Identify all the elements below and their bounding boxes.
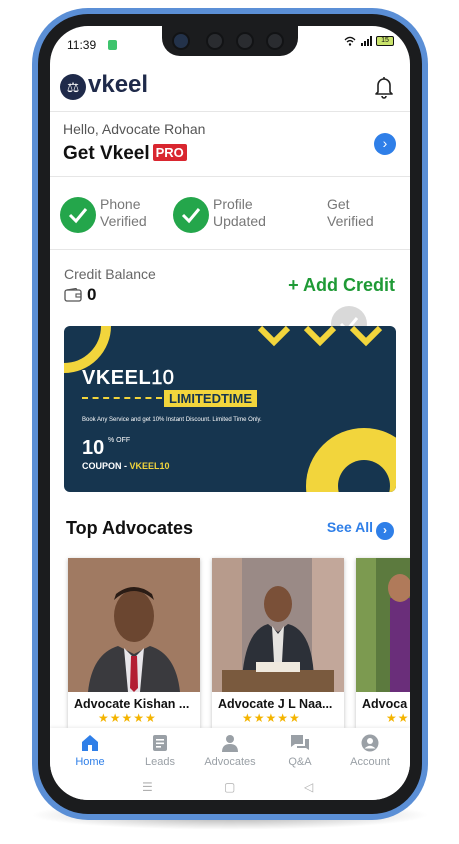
advocate-card[interactable]: Advocate J L Naa... ★★★★★ bbox=[212, 558, 344, 728]
coupon-code: VKEEL10 bbox=[129, 461, 170, 471]
advocate-name: Advocate J L Naa... bbox=[218, 697, 333, 711]
star-rating: ★★ bbox=[386, 711, 410, 725]
wallet-icon bbox=[64, 288, 82, 302]
app-header: ⚖ vkeel bbox=[50, 66, 410, 112]
nav-label: Leads bbox=[145, 756, 175, 768]
step-line1: Phone bbox=[100, 196, 141, 212]
step-profile-updated[interactable]: Profile Updated bbox=[173, 195, 283, 235]
banner-brand-text: VKEEL bbox=[82, 367, 152, 389]
coupon-line: COUPON - VKEEL10 bbox=[82, 461, 170, 471]
get-pro-label: Get Vkeel bbox=[63, 143, 150, 164]
step-phone-verified[interactable]: Phone Verified bbox=[60, 195, 170, 235]
see-all-button[interactable]: See All › bbox=[327, 519, 394, 540]
nav-home[interactable]: Home bbox=[58, 734, 122, 768]
credit-balance-value: 0 bbox=[87, 285, 97, 304]
nav-leads[interactable]: Leads bbox=[128, 734, 192, 768]
star-rating: ★★★★★ bbox=[242, 711, 301, 725]
discount-off-label: % OFF bbox=[108, 437, 131, 444]
status-time: 11:39 bbox=[67, 38, 97, 52]
leads-icon bbox=[153, 735, 167, 751]
step-line2: Updated bbox=[213, 213, 266, 229]
camera-notch bbox=[162, 26, 298, 56]
advocate-name: Advocate Kishan ... bbox=[74, 697, 190, 711]
nav-qa[interactable]: Q&A bbox=[268, 734, 332, 768]
verification-steps: Phone Verified Profile Updated Get Verified bbox=[50, 178, 410, 342]
sensor-dot bbox=[236, 32, 254, 50]
advocate-photo bbox=[356, 558, 410, 692]
account-icon bbox=[361, 734, 379, 752]
back-icon[interactable]: ◁ bbox=[304, 780, 313, 794]
limited-time-tag: LIMITEDTIME bbox=[164, 390, 258, 407]
star-rating: ★★★★★ bbox=[98, 711, 157, 725]
step-line2: Verified bbox=[100, 213, 147, 229]
notification-icon bbox=[108, 40, 117, 50]
wifi-icon bbox=[344, 36, 356, 46]
recent-apps-icon[interactable]: ☰ bbox=[142, 780, 153, 794]
banner-brand-num: 10 bbox=[151, 367, 175, 390]
pro-badge: PRO bbox=[152, 144, 187, 161]
camera-lens bbox=[172, 32, 190, 50]
advocate-photo bbox=[68, 558, 200, 692]
check-icon bbox=[173, 197, 209, 233]
discount-percent: 10 bbox=[82, 437, 105, 459]
nav-label: Home bbox=[75, 756, 105, 768]
battery-icon: 15 bbox=[376, 36, 394, 46]
banner-divider bbox=[82, 397, 162, 399]
top-advocates-title: Top Advocates bbox=[66, 518, 194, 538]
nav-label: Advocates bbox=[204, 756, 256, 768]
home-icon bbox=[82, 735, 98, 751]
nav-advocates[interactable]: Advocates bbox=[198, 734, 262, 768]
chevron-right-icon: › bbox=[376, 522, 394, 540]
coupon-label: COUPON - bbox=[82, 461, 130, 471]
chevron-right-icon[interactable]: › bbox=[374, 133, 396, 155]
bottom-navigation: Home Leads Advocates Q&A Account bbox=[50, 728, 410, 776]
see-all-label: See All bbox=[326, 519, 373, 535]
advocate-name: Advoca bbox=[362, 697, 408, 711]
add-credit-button[interactable]: + Add Credit bbox=[288, 275, 395, 296]
credit-balance-section: Credit Balance 0 + Add Credit bbox=[50, 258, 410, 318]
notification-bell-icon[interactable] bbox=[372, 74, 396, 100]
advocate-photo bbox=[212, 558, 344, 692]
step-get-verified[interactable]: Get Verified bbox=[287, 195, 397, 342]
get-pro-title: Get Vkeel PRO bbox=[63, 143, 187, 165]
person-icon bbox=[222, 735, 238, 752]
greeting-text: Hello, Advocate Rohan bbox=[63, 121, 206, 137]
nav-label: Q&A bbox=[288, 756, 312, 768]
system-navigation-bar: ☰ ▢ ◁ bbox=[50, 776, 410, 800]
app-logo-text: vkeel bbox=[88, 71, 149, 98]
step-line1: Profile bbox=[213, 196, 253, 212]
banner-brand: VKEEL10 bbox=[82, 367, 174, 390]
app-screen: 11:39 15 ⚖ vkeel Hello, Advocate Rohan G… bbox=[50, 26, 410, 800]
advocate-card[interactable]: Advoca ★★ bbox=[356, 558, 410, 728]
sensor-dot bbox=[266, 32, 284, 50]
promo-banner[interactable]: VKEEL10 LIMITEDTIME Book Any Service and… bbox=[64, 326, 396, 492]
status-icons: 15 bbox=[344, 36, 394, 46]
banner-description: Book Any Service and get 10% Instant Dis… bbox=[82, 417, 262, 423]
pro-upgrade-banner[interactable]: Hello, Advocate Rohan Get Vkeel PRO › bbox=[50, 113, 410, 177]
chat-icon bbox=[291, 735, 309, 750]
sensor-dot bbox=[206, 32, 224, 50]
nav-account[interactable]: Account bbox=[338, 734, 402, 768]
credit-balance-label: Credit Balance bbox=[64, 266, 156, 282]
step-line2: Verified bbox=[327, 213, 374, 229]
step-line1: Get bbox=[327, 196, 350, 212]
scales-of-justice-icon: ⚖ bbox=[60, 74, 86, 100]
signal-icon bbox=[361, 36, 372, 46]
nav-label: Account bbox=[350, 756, 390, 768]
advocate-card[interactable]: Advocate Kishan ... ★★★★★ bbox=[68, 558, 200, 728]
check-icon bbox=[60, 197, 96, 233]
home-button-icon[interactable]: ▢ bbox=[224, 780, 235, 794]
